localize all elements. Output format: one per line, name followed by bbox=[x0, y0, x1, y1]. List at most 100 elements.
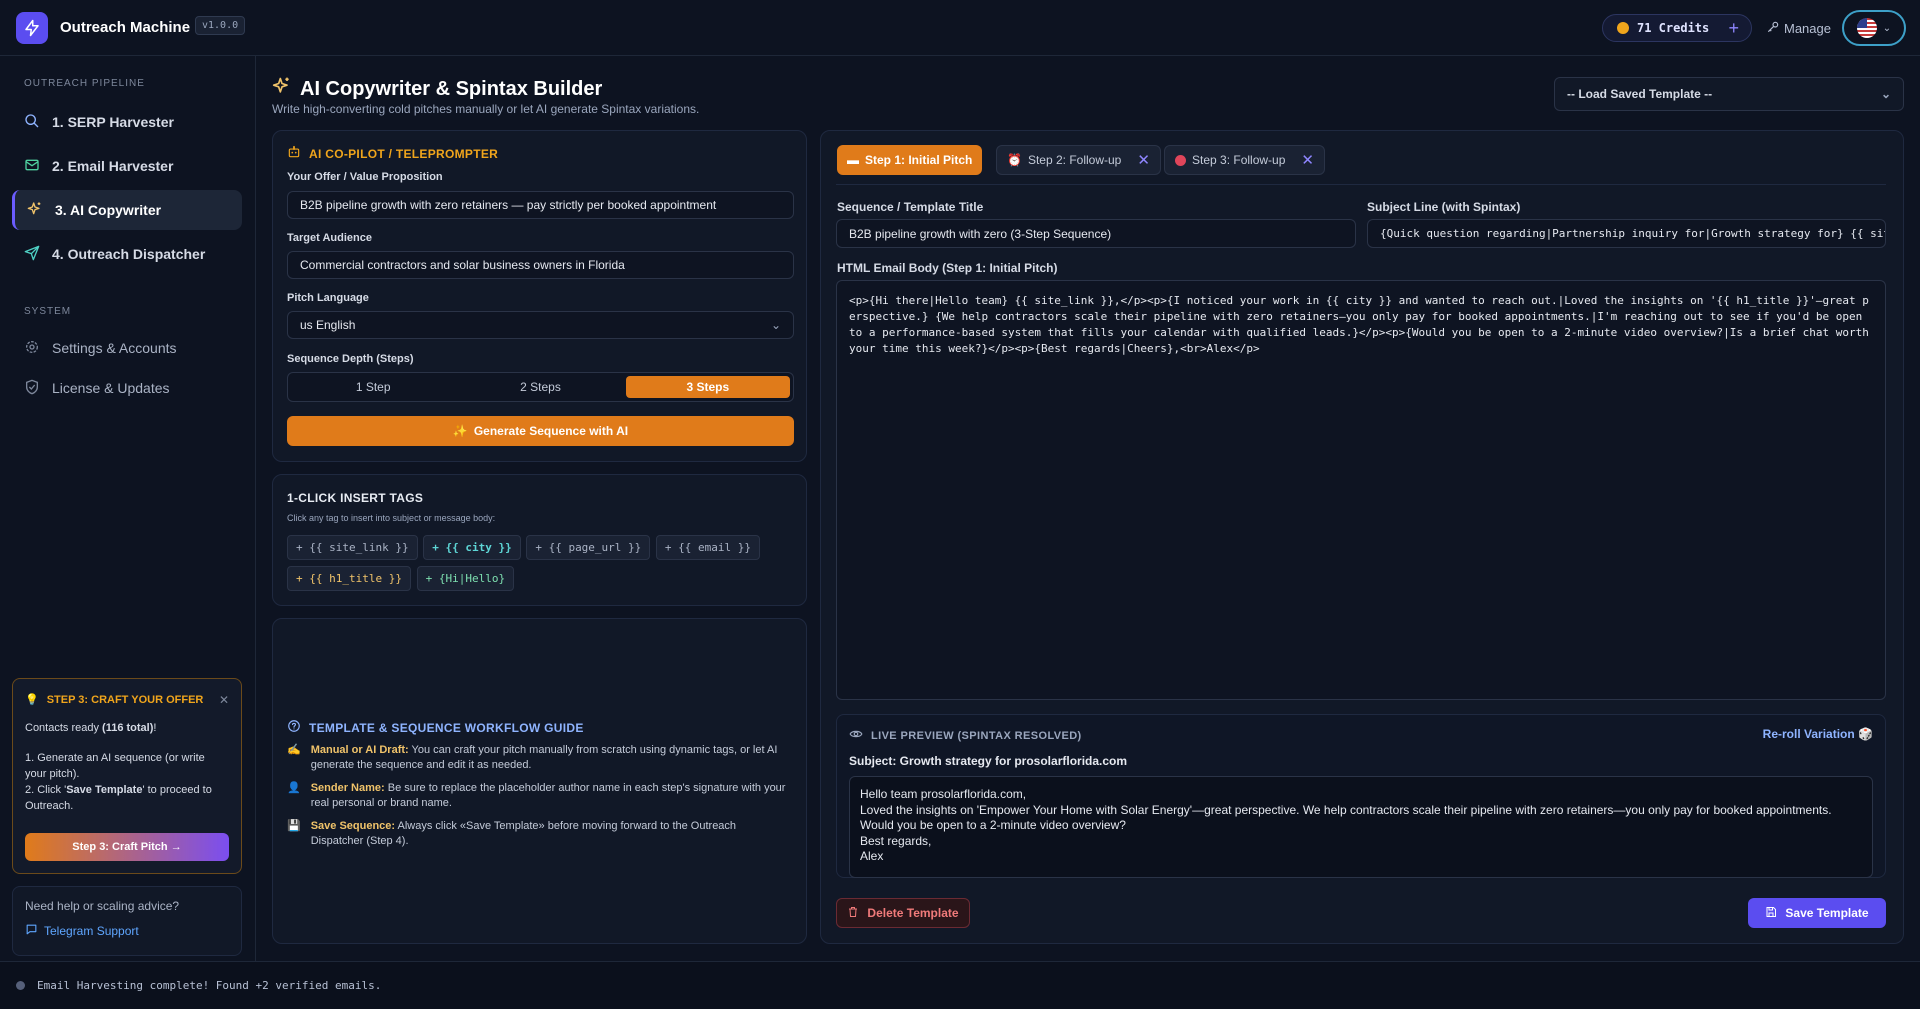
template-title-input[interactable]: B2B pipeline growth with zero (3-Step Se… bbox=[836, 219, 1356, 248]
audience-label: Target Audience bbox=[287, 232, 372, 244]
system-heading: SYSTEM bbox=[24, 306, 72, 317]
page-subtitle: Write high-converting cold pitches manua… bbox=[272, 102, 700, 116]
trash-icon bbox=[847, 906, 859, 921]
manage-link[interactable]: Manage bbox=[1766, 20, 1831, 37]
language-label: Pitch Language bbox=[287, 292, 369, 304]
close-icon[interactable]: ✕ bbox=[1137, 151, 1150, 169]
credits-pill[interactable]: 71 Credits + bbox=[1602, 14, 1752, 42]
audience-input[interactable]: Commercial contractors and solar busines… bbox=[287, 251, 794, 279]
shield-icon bbox=[24, 379, 40, 398]
tag-page-url[interactable]: + {{ page_url }} bbox=[526, 535, 651, 560]
sidebar-item-license[interactable]: License & Updates bbox=[12, 368, 242, 408]
tab-step-1[interactable]: ▬ Step 1: Initial Pitch bbox=[837, 145, 983, 175]
craft-pitch-button[interactable]: Step 3: Craft Pitch → bbox=[25, 833, 229, 861]
language-select[interactable]: us English ⌄ bbox=[287, 311, 794, 339]
add-credits-icon[interactable]: + bbox=[1728, 19, 1739, 37]
load-template-select[interactable]: -- Load Saved Template -- ⌄ bbox=[1554, 77, 1904, 111]
sidebar-item-label: 2. Email Harvester bbox=[52, 158, 174, 174]
page-title: AI Copywriter & Spintax Builder bbox=[272, 76, 602, 102]
tab-step-2[interactable]: ⏰ Step 2: Follow-up ✕ bbox=[996, 145, 1161, 175]
top-bar: Outreach Machine v1.0.0 71 Credits + Man… bbox=[0, 0, 1920, 56]
tip-body: Contacts ready (116 total)! 1. Generate … bbox=[25, 722, 212, 812]
html-body-textarea[interactable]: <p>{Hi there|Hello team} {{ site_link }}… bbox=[836, 280, 1886, 700]
reroll-variation-button[interactable]: Re-roll Variation 🎲 bbox=[1763, 727, 1873, 741]
tag-h1-title[interactable]: + {{ h1_title }} bbox=[287, 566, 411, 591]
bolt-logo-icon bbox=[16, 12, 48, 44]
language-selector[interactable]: ⌄ bbox=[1842, 10, 1906, 46]
sidebar-item-settings[interactable]: Settings & Accounts bbox=[12, 328, 242, 368]
insert-tags-card: 1-CLICK INSERT TAGS Click any tag to ins… bbox=[272, 474, 807, 606]
tag-city[interactable]: + {{ city }} bbox=[423, 535, 521, 560]
sidebar-item-label: 3. AI Copywriter bbox=[55, 202, 162, 218]
search-icon bbox=[24, 113, 40, 132]
save-template-button[interactable]: Save Template bbox=[1748, 898, 1886, 928]
sidebar-item-label: Settings & Accounts bbox=[52, 340, 177, 356]
manage-label: Manage bbox=[1784, 21, 1831, 36]
guide-row-sender: 👤 Sender Name: Be sure to replace the pl… bbox=[287, 782, 786, 809]
live-preview-panel: LIVE PREVIEW (SPINTAX RESOLVED) Re-roll … bbox=[836, 714, 1886, 878]
sparkles-icon bbox=[27, 201, 43, 220]
coin-icon bbox=[1617, 22, 1629, 34]
insert-tags-hint: Click any tag to insert into subject or … bbox=[287, 513, 496, 523]
gear-icon bbox=[24, 339, 40, 358]
sidebar: OUTREACH PIPELINE 1. SERP Harvester 2. E… bbox=[0, 56, 256, 961]
key-icon bbox=[1766, 20, 1780, 37]
sidebar-item-email-harvester[interactable]: 2. Email Harvester bbox=[12, 146, 242, 186]
preview-body: Hello team prosolarflorida.com, Loved th… bbox=[849, 776, 1873, 878]
us-flag-icon bbox=[1856, 18, 1877, 38]
sidebar-item-label: License & Updates bbox=[52, 380, 170, 396]
help-card: Need help or scaling advice? Telegram Su… bbox=[12, 886, 242, 956]
guide-list: ✍ Manual or AI Draft: You can craft your… bbox=[287, 743, 787, 857]
user-icon: 👤 bbox=[287, 782, 301, 794]
copilot-heading: AI CO-PILOT / TELEPROMPTER bbox=[287, 145, 498, 162]
sidebar-item-outreach-dispatcher[interactable]: 4. Outreach Dispatcher bbox=[12, 234, 242, 274]
sparkles-icon: ✨ bbox=[452, 424, 468, 438]
depth-selector: 1 Step 2 Steps 3 Steps bbox=[287, 372, 794, 402]
depth-option-2[interactable]: 2 Steps bbox=[458, 376, 622, 398]
credits-count: 71 Credits bbox=[1637, 21, 1710, 35]
offer-input[interactable]: B2B pipeline growth with zero retainers … bbox=[287, 191, 794, 219]
copilot-card: AI CO-PILOT / TELEPROMPTER Your Offer / … bbox=[272, 130, 807, 462]
tag-site-link[interactable]: + {{ site_link }} bbox=[287, 535, 418, 560]
app-title: Outreach Machine bbox=[60, 19, 191, 36]
telegram-support-link[interactable]: Telegram Support bbox=[25, 923, 229, 939]
insert-tags-heading: 1-CLICK INSERT TAGS bbox=[287, 491, 424, 505]
guide-row-save: 💾 Save Sequence: Always click «Save Temp… bbox=[287, 820, 737, 847]
sidebar-item-serp-harvester[interactable]: 1. SERP Harvester bbox=[12, 102, 242, 142]
tag-email[interactable]: + {{ email }} bbox=[655, 535, 761, 560]
tag-greeting-spintax[interactable]: + {Hi|Hello} bbox=[416, 566, 515, 591]
floppy-icon bbox=[1765, 906, 1777, 921]
template-title-label: Sequence / Template Title bbox=[837, 200, 984, 214]
offer-label: Your Offer / Value Proposition bbox=[287, 171, 443, 183]
dice-icon: 🎲 bbox=[1858, 727, 1873, 741]
close-icon[interactable]: ✕ bbox=[219, 693, 229, 707]
chevron-down-icon: ⌄ bbox=[1880, 87, 1891, 101]
mail-icon bbox=[24, 157, 40, 176]
depth-option-3[interactable]: 3 Steps bbox=[625, 376, 790, 398]
chevron-down-icon: ⌄ bbox=[770, 318, 781, 332]
preview-heading: LIVE PREVIEW (SPINTAX RESOLVED) bbox=[849, 727, 1873, 744]
depth-label: Sequence Depth (Steps) bbox=[287, 353, 414, 365]
body-label: HTML Email Body (Step 1: Initial Pitch) bbox=[837, 261, 1058, 275]
status-indicator-icon bbox=[16, 981, 25, 990]
alarm-icon: ⏰ bbox=[1007, 153, 1022, 167]
guide-heading: TEMPLATE & SEQUENCE WORKFLOW GUIDE bbox=[287, 719, 584, 736]
tab-step-3[interactable]: Step 3: Follow-up ✕ bbox=[1164, 145, 1325, 175]
generate-sequence-button[interactable]: ✨ Generate Sequence with AI bbox=[287, 416, 794, 446]
chevron-down-icon: ⌄ bbox=[1882, 22, 1892, 34]
tip-title: 💡 STEP 3: CRAFT YOUR OFFER bbox=[25, 693, 204, 707]
sidebar-item-ai-copywriter[interactable]: 3. AI Copywriter bbox=[12, 190, 242, 230]
tag-list: + {{ site_link }} + {{ city }} + {{ page… bbox=[287, 535, 787, 597]
sparkles-icon bbox=[272, 76, 292, 102]
writing-hand-icon: ✍ bbox=[287, 744, 301, 756]
onboarding-tip-card: 💡 STEP 3: CRAFT YOUR OFFER ✕ Contacts re… bbox=[12, 678, 242, 874]
depth-option-1[interactable]: 1 Step bbox=[291, 376, 455, 398]
robot-icon bbox=[287, 145, 301, 162]
red-circle-icon bbox=[1175, 154, 1186, 166]
pipeline-heading: OUTREACH PIPELINE bbox=[24, 78, 145, 89]
delete-template-button[interactable]: Delete Template bbox=[836, 898, 970, 928]
guide-row-manual: ✍ Manual or AI Draft: You can craft your… bbox=[287, 744, 778, 771]
app-root: Outreach Machine v1.0.0 71 Credits + Man… bbox=[0, 0, 1920, 1009]
subject-input[interactable]: {Quick question regarding|Partnership in… bbox=[1367, 219, 1886, 248]
close-icon[interactable]: ✕ bbox=[1301, 151, 1314, 169]
